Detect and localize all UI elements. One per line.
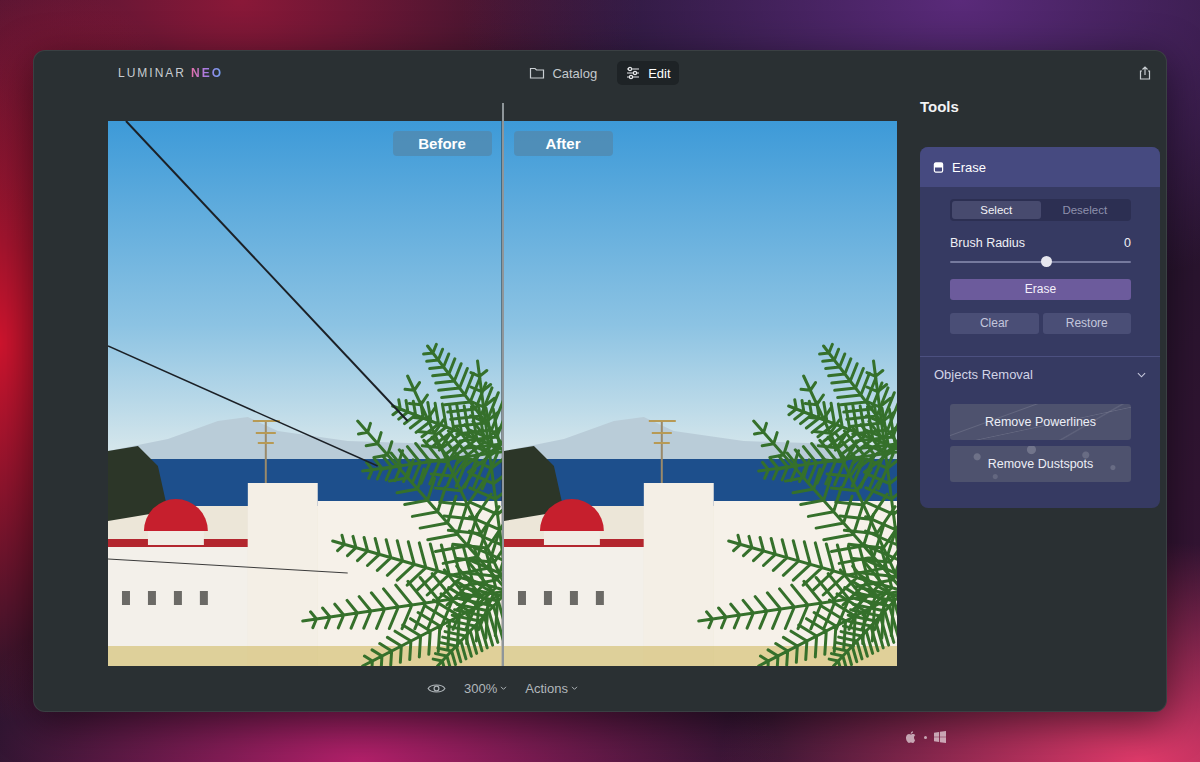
brush-radius-row: Brush Radius 0 <box>950 235 1131 251</box>
apple-icon <box>905 730 917 744</box>
brush-radius-label: Brush Radius <box>950 235 1025 251</box>
separator-dot <box>924 736 927 739</box>
share-button[interactable] <box>1137 65 1166 81</box>
erase-button[interactable]: Erase <box>950 279 1131 300</box>
preview-toggle[interactable] <box>427 682 446 695</box>
photo <box>504 121 898 666</box>
mode-option[interactable]: Select <box>952 201 1041 219</box>
removal-button[interactable]: Remove Dustspots <box>950 446 1131 482</box>
powerlines <box>108 121 408 573</box>
tools-sidebar: Tools Erase SelectDeselect Brush Radius … <box>920 95 1160 711</box>
logo-brand: LUMINAR <box>118 66 186 80</box>
folder-icon <box>529 65 545 81</box>
eraser-icon <box>933 162 944 173</box>
objects-removal-buttons: Remove Powerlines Remove Dustspots <box>920 394 1160 482</box>
chevron-icon <box>1137 372 1146 378</box>
chevron-down-icon <box>571 686 578 691</box>
nav-tab[interactable]: Edit <box>617 61 678 85</box>
secondary-button[interactable]: Restore <box>1043 313 1132 334</box>
chevron-down-icon <box>500 686 507 691</box>
nav-tab[interactable]: Catalog <box>521 61 605 85</box>
secondary-button[interactable]: Clear <box>950 313 1039 334</box>
before-label: Before <box>393 131 492 156</box>
windows-icon <box>934 731 946 743</box>
secondary-buttons: ClearRestore <box>950 313 1131 334</box>
after-label: After <box>514 131 613 156</box>
zoom-value: 300% <box>464 681 497 696</box>
zoom-dropdown[interactable]: 300% <box>464 681 507 696</box>
nav-tab-label: Edit <box>648 66 670 81</box>
brush-radius-value: 0 <box>1124 235 1131 251</box>
mode-option[interactable]: Deselect <box>1041 201 1130 219</box>
before-image: Before <box>108 121 502 666</box>
logo: LUMINAR NEO <box>34 66 521 80</box>
photo <box>108 121 502 666</box>
top-bar: LUMINAR NEO Catalog Edit <box>34 51 1166 95</box>
erase-panel-title: Erase <box>952 160 986 175</box>
removal-button[interactable]: Remove Powerlines <box>950 404 1131 440</box>
after-image: After <box>504 121 898 666</box>
share-icon <box>1137 65 1153 81</box>
nav-tab-label: Catalog <box>552 66 597 81</box>
desktop: LUMINAR NEO Catalog Edit Before After 30… <box>0 0 1200 762</box>
removal-button-label: Remove Dustspots <box>988 457 1094 471</box>
objects-removal-header[interactable]: Objects Removal <box>920 357 1160 394</box>
bottom-bar: 300% Actions <box>108 666 897 711</box>
eye-icon <box>427 682 446 695</box>
objects-removal-title: Objects Removal <box>934 367 1033 382</box>
platforms <box>33 712 1167 762</box>
actions-label: Actions <box>525 681 568 696</box>
app-window: LUMINAR NEO Catalog Edit Before After 30… <box>33 50 1167 712</box>
erase-panel: Erase SelectDeselect Brush Radius 0 Eras… <box>920 147 1160 508</box>
before-after-view[interactable]: Before After <box>108 121 897 666</box>
nav-tabs: Catalog Edit <box>521 61 678 85</box>
slider-knob[interactable] <box>1041 256 1052 267</box>
actions-dropdown[interactable]: Actions <box>525 681 578 696</box>
divider <box>920 356 1160 357</box>
sliders-icon <box>625 65 641 81</box>
split-handle[interactable] <box>502 103 504 666</box>
mode-switch: SelectDeselect <box>950 199 1131 221</box>
workspace: Before After 300% Actions Tools Erase Se… <box>34 95 1166 711</box>
brush-radius-slider[interactable] <box>950 255 1131 269</box>
canvas-area: Before After 300% Actions <box>34 95 920 711</box>
removal-button-label: Remove Powerlines <box>985 415 1096 429</box>
erase-panel-header[interactable]: Erase <box>920 147 1160 187</box>
logo-product: NEO <box>191 66 223 80</box>
erase-controls: SelectDeselect Brush Radius 0 Erase Clea… <box>920 187 1160 334</box>
tools-title: Tools <box>920 97 1160 117</box>
